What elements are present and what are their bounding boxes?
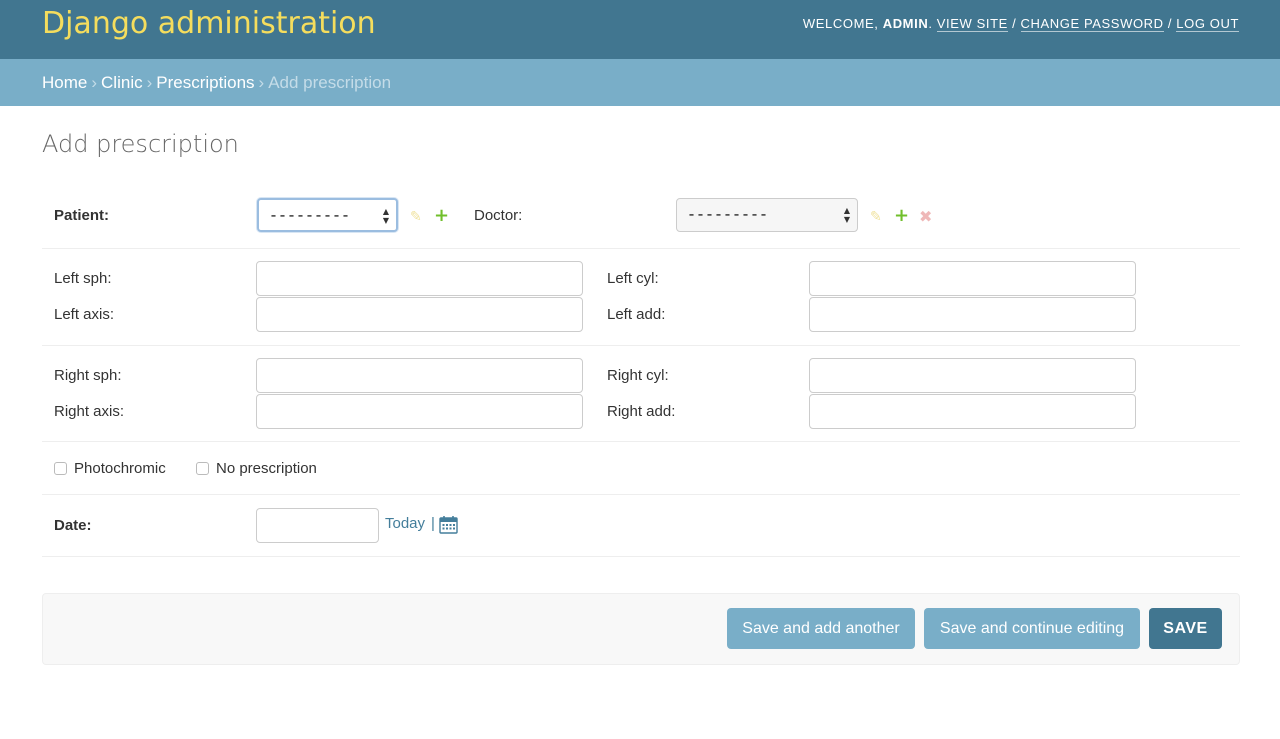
breadcrumb-home[interactable]: Home bbox=[42, 73, 87, 92]
save-and-add-another-button[interactable]: Save and add another bbox=[727, 608, 915, 649]
page-title: Add prescription bbox=[42, 130, 239, 158]
left-cyl-label: Left cyl: bbox=[607, 270, 659, 287]
welcome-text: WELCOME, bbox=[802, 16, 883, 31]
row-divider bbox=[42, 441, 1240, 442]
username: ADMIN bbox=[882, 16, 929, 31]
breadcrumb-separator: › bbox=[91, 73, 98, 92]
patient-select[interactable]: --------- ▲ ▼ bbox=[257, 198, 398, 232]
today-link[interactable]: Today bbox=[385, 515, 425, 532]
breadcrumb-separator: › bbox=[146, 73, 153, 92]
select-arrows-icon: ▲ ▼ bbox=[843, 206, 851, 224]
right-sph-input[interactable] bbox=[256, 358, 583, 393]
row-divider bbox=[42, 556, 1240, 557]
edit-patient-pencil-icon[interactable]: ✎ bbox=[410, 210, 422, 224]
save-and-continue-button[interactable]: Save and continue editing bbox=[924, 608, 1140, 649]
patient-select-value: --------- bbox=[269, 208, 351, 225]
breadcrumb-prescriptions[interactable]: Prescriptions bbox=[156, 73, 254, 92]
patient-label: Patient: bbox=[54, 207, 110, 224]
no-prescription-checkbox[interactable] bbox=[196, 462, 209, 475]
row-divider bbox=[42, 494, 1240, 495]
log-out-link[interactable]: LOG OUT bbox=[1176, 16, 1239, 32]
right-add-input[interactable] bbox=[809, 394, 1136, 429]
shortcut-separator: | bbox=[431, 515, 435, 532]
date-label: Date: bbox=[54, 517, 92, 534]
edit-doctor-pencil-icon[interactable]: ✎ bbox=[870, 210, 882, 224]
add-patient-plus-icon[interactable]: + bbox=[434, 207, 449, 225]
breadcrumb-current: Add prescription bbox=[268, 73, 392, 92]
row-divider bbox=[42, 248, 1240, 249]
view-site-link[interactable]: VIEW SITE bbox=[936, 16, 1008, 32]
header: Django administration WELCOME, ADMIN. VI… bbox=[0, 0, 1280, 59]
delete-doctor-cross-icon[interactable]: ✖ bbox=[919, 209, 932, 225]
right-axis-label: Right axis: bbox=[54, 403, 125, 420]
tools-separator: / bbox=[1163, 16, 1177, 31]
calendar-icon[interactable] bbox=[439, 515, 458, 537]
right-axis-input[interactable] bbox=[256, 394, 583, 429]
right-add-label: Right add: bbox=[607, 403, 676, 420]
user-tools: WELCOME, ADMIN. VIEW SITE / CHANGE PASSW… bbox=[802, 16, 1239, 32]
breadcrumb-clinic[interactable]: Clinic bbox=[101, 73, 143, 92]
doctor-label: Doctor: bbox=[474, 207, 523, 224]
photochromic-label[interactable]: Photochromic bbox=[74, 460, 166, 477]
photochromic-checkbox[interactable] bbox=[54, 462, 67, 475]
welcome-dot: . bbox=[928, 16, 937, 31]
doctor-select-value: --------- bbox=[687, 207, 769, 224]
add-doctor-plus-icon[interactable]: + bbox=[894, 207, 909, 225]
site-branding[interactable]: Django administration bbox=[42, 6, 376, 41]
left-add-label: Left add: bbox=[607, 306, 666, 323]
left-sph-input[interactable] bbox=[256, 261, 583, 296]
row-divider bbox=[42, 345, 1240, 346]
tools-separator: / bbox=[1007, 16, 1021, 31]
left-axis-label: Left axis: bbox=[54, 306, 115, 323]
breadcrumb-separator: › bbox=[258, 73, 265, 92]
left-add-input[interactable] bbox=[809, 297, 1136, 332]
no-prescription-label[interactable]: No prescription bbox=[216, 460, 317, 477]
left-axis-input[interactable] bbox=[256, 297, 583, 332]
right-cyl-input[interactable] bbox=[809, 358, 1136, 393]
right-cyl-label: Right cyl: bbox=[607, 367, 669, 384]
save-button[interactable]: SAVE bbox=[1149, 608, 1222, 649]
date-input[interactable] bbox=[256, 508, 379, 543]
doctor-select[interactable]: --------- ▲ ▼ bbox=[676, 198, 858, 232]
select-arrows-icon: ▲ ▼ bbox=[382, 207, 390, 225]
right-sph-label: Right sph: bbox=[54, 367, 122, 384]
submit-row: Save and add another Save and continue e… bbox=[42, 593, 1240, 665]
breadcrumb: Home › Clinic › Prescriptions › Add prescripti… bbox=[0, 59, 1280, 106]
change-password-link[interactable]: CHANGE PASSWORD bbox=[1020, 16, 1164, 32]
left-cyl-input[interactable] bbox=[809, 261, 1136, 296]
left-sph-label: Left sph: bbox=[54, 270, 112, 287]
